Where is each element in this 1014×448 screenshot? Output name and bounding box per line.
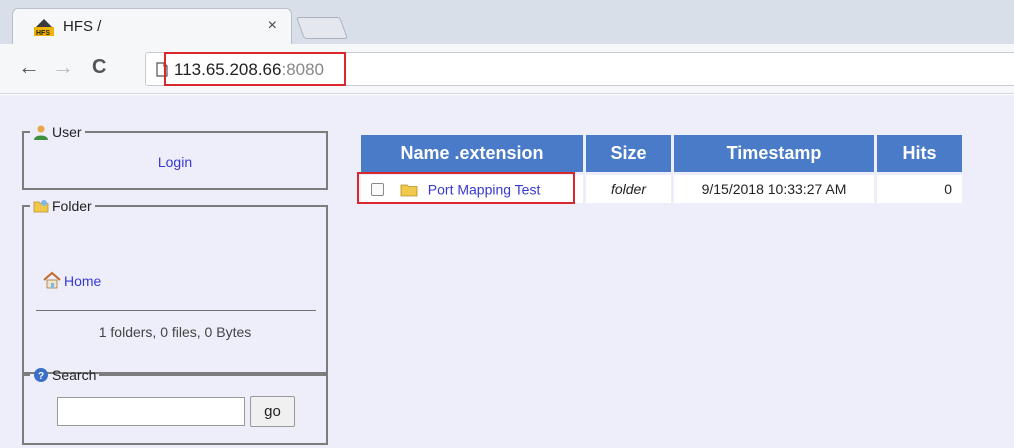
svg-text:?: ?	[38, 371, 44, 382]
column-header-hits[interactable]: Hits	[877, 135, 962, 172]
table-header-row: Name .extension Size Timestamp Hits	[361, 135, 962, 172]
forward-button[interactable]: →	[52, 56, 74, 78]
browser-tab-active[interactable]: HFS HFS / ×	[12, 8, 292, 44]
table-row: Port Mapping Test folder 9/15/2018 10:33…	[357, 172, 962, 204]
home-link[interactable]: Home	[42, 271, 101, 289]
reload-button[interactable]: C	[92, 56, 106, 78]
page-content: User Login Folder Home 1 folders, 0 file…	[0, 95, 1014, 448]
back-button[interactable]: ←	[18, 56, 40, 78]
user-panel: User Login	[22, 124, 328, 190]
search-legend: ? Search	[30, 367, 99, 383]
tab-title: HFS /	[63, 18, 102, 35]
folder-legend: Folder	[30, 198, 95, 214]
search-input[interactable]	[57, 397, 245, 426]
url-host: 113.65.208.66	[174, 60, 282, 79]
svg-text:HFS: HFS	[36, 30, 50, 36]
user-icon	[34, 125, 48, 140]
user-legend-label: User	[52, 124, 82, 140]
column-header-size[interactable]: Size	[586, 135, 671, 172]
address-bar[interactable]: 113.65.208.66:8080	[145, 52, 1014, 86]
cell-name: Port Mapping Test	[357, 172, 583, 204]
file-table: Name .extension Size Timestamp Hits Port…	[357, 132, 965, 206]
home-link-label: Home	[64, 273, 102, 289]
hfs-logo-icon: HFS	[34, 19, 54, 36]
cell-timestamp: 9/15/2018 10:33:27 AM	[674, 175, 874, 203]
cell-hits: 0	[877, 175, 962, 203]
search-panel: ? Search go	[22, 367, 328, 445]
browser-tabstrip: HFS HFS / ×	[0, 0, 1014, 44]
url-port: :8080	[281, 60, 325, 79]
folder-icon	[33, 200, 49, 213]
folder-panel: Folder Home 1 folders, 0 files, 0 Bytes	[22, 198, 328, 374]
close-tab-icon[interactable]: ×	[268, 17, 277, 35]
login-link[interactable]: Login	[24, 154, 326, 170]
go-button[interactable]: go	[250, 396, 295, 427]
column-header-timestamp[interactable]: Timestamp	[674, 135, 874, 172]
folder-divider	[36, 310, 316, 311]
folder-legend-label: Folder	[52, 198, 92, 214]
new-tab-button[interactable]	[295, 17, 349, 39]
cell-size: folder	[586, 175, 671, 203]
row-highlight-box	[357, 172, 575, 204]
home-icon	[43, 271, 61, 289]
folder-stats: 1 folders, 0 files, 0 Bytes	[98, 324, 252, 340]
user-legend: User	[30, 124, 85, 140]
url-text: 113.65.208.66:8080	[174, 60, 324, 80]
column-header-name[interactable]: Name .extension	[361, 135, 583, 172]
browser-toolbar: ← → C 113.65.208.66:8080	[0, 44, 1014, 94]
search-legend-label: Search	[52, 367, 97, 383]
help-icon: ?	[34, 368, 48, 382]
